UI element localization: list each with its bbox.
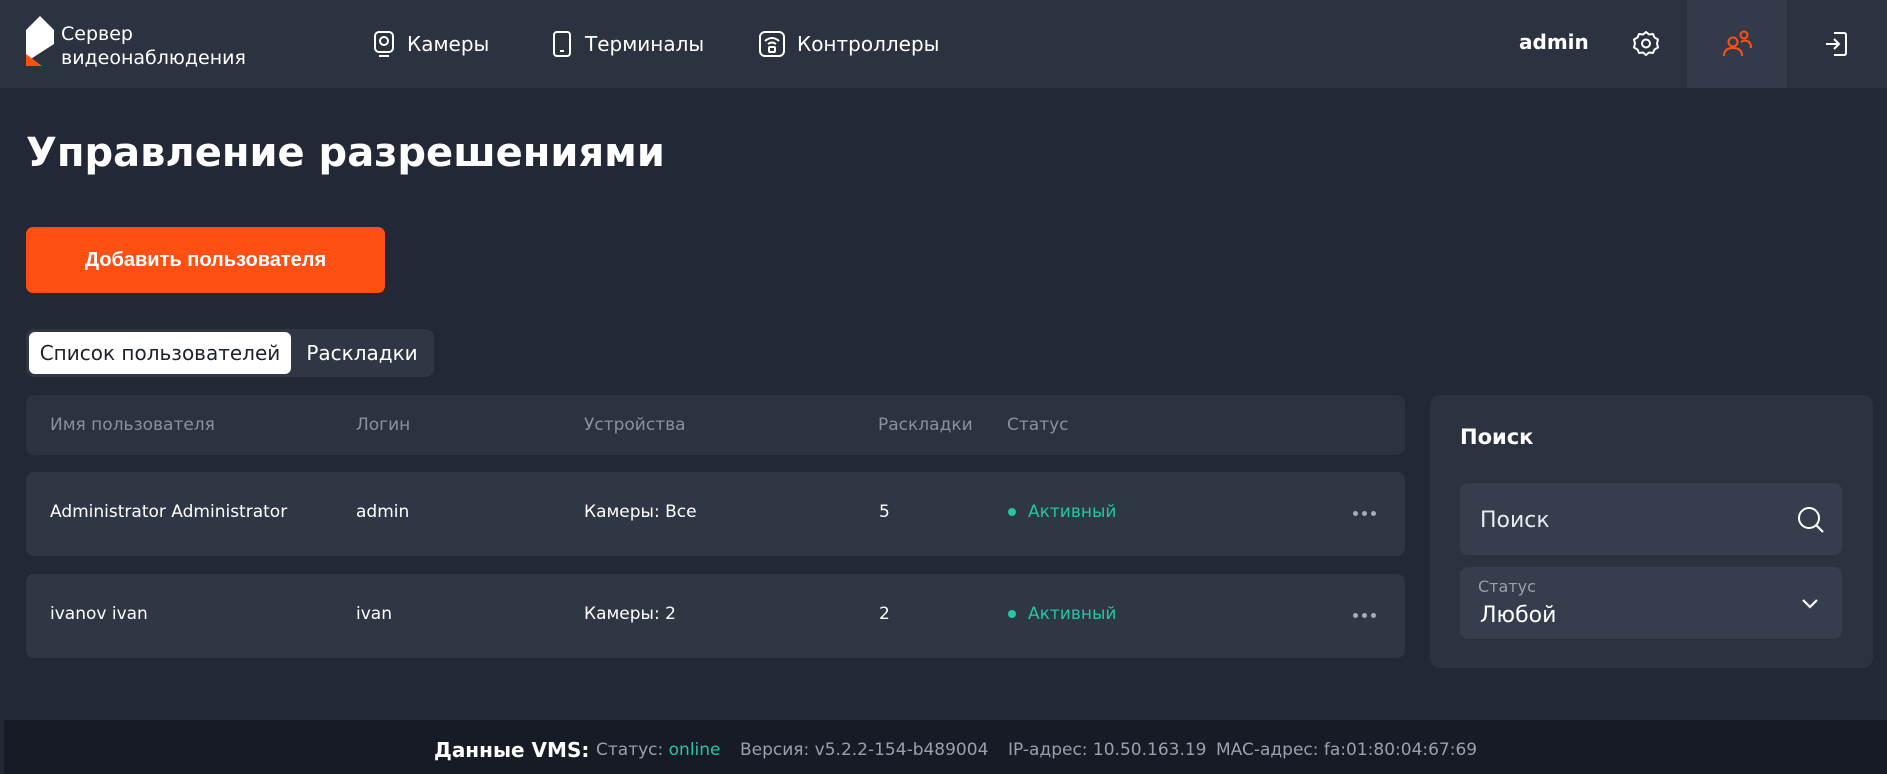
user-devices: Камеры: 2 — [584, 604, 676, 624]
nav-item-terminals[interactable]: Терминалы — [550, 28, 704, 60]
nav-label-controllers: Контроллеры — [797, 32, 940, 56]
footer-mac: MAC-адрес: fa:01:80:04:67:69 — [1216, 740, 1478, 760]
tablet-icon — [553, 31, 571, 57]
app-title-line2: видеонаблюдения — [61, 47, 246, 69]
search-input[interactable] — [1478, 483, 1782, 557]
status-dot-icon — [1008, 508, 1016, 516]
tab-layouts[interactable]: Раскладки — [295, 332, 429, 374]
user-login: admin — [356, 502, 410, 522]
footer-ip: IP-адрес: 10.50.163.19 — [1008, 740, 1207, 760]
gear-icon — [1633, 31, 1659, 56]
tab-user-list[interactable]: Список пользователей — [29, 332, 291, 374]
settings-button[interactable] — [1596, 0, 1696, 88]
search-panel-title: Поиск — [1460, 425, 1534, 449]
add-user-button[interactable]: Добавить пользователя — [26, 227, 385, 293]
logout-icon — [1826, 32, 1847, 56]
nav-item-cameras[interactable]: Камеры — [372, 28, 489, 60]
logo-icon — [26, 16, 54, 66]
app-title-line1: Сервер — [61, 23, 133, 45]
chevron-down-icon — [1802, 599, 1818, 609]
user-devices: Камеры: Все — [584, 502, 697, 522]
search-icon[interactable] — [1796, 505, 1826, 535]
footer-status-value: online — [668, 740, 721, 760]
footer-label: Данные VMS: — [434, 738, 590, 762]
more-dots-icon — [1352, 612, 1358, 618]
controller-icon — [759, 31, 785, 57]
users-icon — [1723, 30, 1752, 57]
table-row[interactable]: ivanov ivan ivan Камеры: 2 2 Активный — [26, 574, 1405, 658]
user-layouts-count: 2 — [879, 604, 890, 624]
tab-bar: Список пользователей Раскладки — [26, 329, 434, 377]
status-badge: Активный — [1008, 502, 1116, 522]
user-full-name: ivanov ivan — [50, 604, 148, 624]
search-panel: Поиск Статус Любой — [1430, 395, 1873, 668]
table-header: Имя пользователя Логин Устройства Раскла… — [26, 395, 1405, 455]
camera-icon — [374, 31, 394, 57]
status-filter-label: Статус — [1478, 577, 1536, 596]
page-title: Управление разрешениями — [26, 130, 665, 176]
row-more-button[interactable] — [1349, 498, 1379, 528]
current-user-name: admin — [1519, 30, 1589, 54]
search-field — [1460, 483, 1842, 557]
permissions-button[interactable] — [1687, 0, 1787, 88]
table-row[interactable]: Administrator Administrator admin Камеры… — [26, 472, 1405, 556]
user-login: ivan — [356, 604, 392, 624]
top-bar: Сервер видеонаблюдения Камеры Терминалы … — [0, 0, 1887, 88]
status-text: Активный — [1028, 604, 1117, 624]
user-full-name: Administrator Administrator — [50, 502, 288, 522]
status-badge: Активный — [1008, 604, 1116, 624]
column-header-devices: Устройства — [584, 415, 686, 435]
app-title: Сервер видеонаблюдения — [61, 22, 246, 70]
nav-label-terminals: Терминалы — [585, 32, 705, 56]
status-dot-icon — [1008, 610, 1016, 618]
logout-button[interactable] — [1787, 0, 1887, 88]
nav-label-cameras: Камеры — [407, 32, 490, 56]
footer-status-label: Статус: — [596, 740, 664, 760]
row-more-button[interactable] — [1349, 600, 1379, 630]
status-filter-value: Любой — [1480, 603, 1557, 628]
footer-status-bar: Данные VMS: Статус: online Версия: v5.2.… — [4, 720, 1887, 774]
nav-item-controllers[interactable]: Контроллеры — [758, 28, 939, 60]
column-header-login: Логин — [356, 415, 411, 435]
status-filter-select[interactable]: Статус Любой — [1460, 567, 1842, 639]
more-dots-icon — [1352, 510, 1358, 516]
footer-version: Версия: v5.2.2-154-b489004 — [740, 740, 989, 760]
status-text: Активный — [1028, 502, 1117, 522]
footer-status: Статус: online — [596, 740, 721, 760]
user-layouts-count: 5 — [879, 502, 890, 522]
column-header-layouts: Раскладки — [878, 415, 973, 435]
column-header-name: Имя пользователя — [50, 415, 215, 435]
column-header-status: Статус — [1007, 415, 1069, 435]
